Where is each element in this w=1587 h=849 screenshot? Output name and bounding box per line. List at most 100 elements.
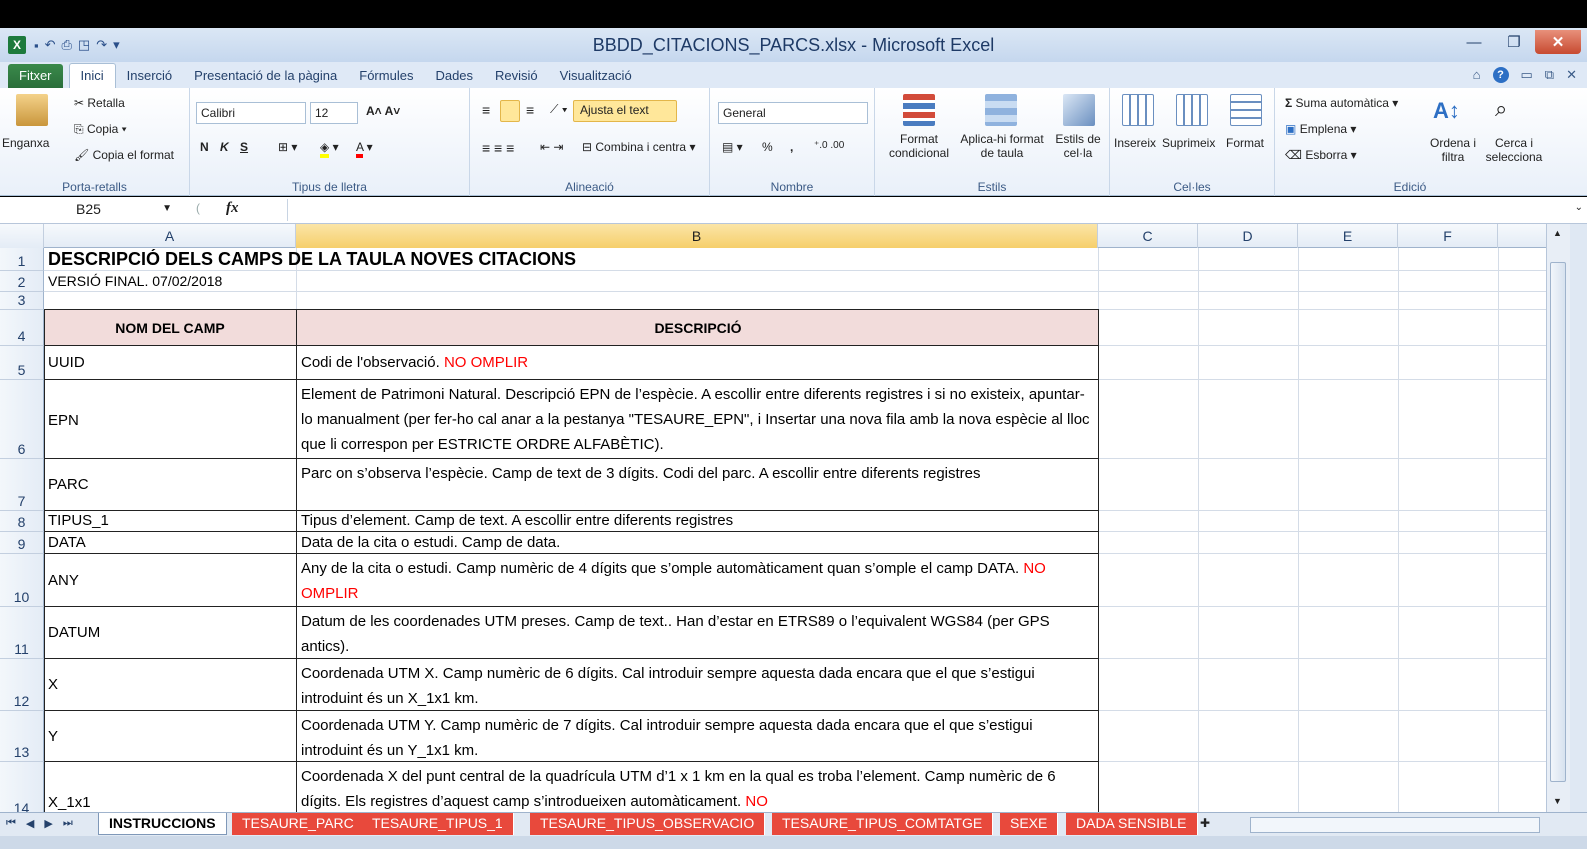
field-name-cell[interactable]: EPN (48, 412, 294, 429)
tab-data[interactable]: Dades (424, 64, 484, 88)
first-sheet-icon[interactable]: ⏮ (6, 817, 16, 830)
row-header[interactable]: 10 (0, 554, 44, 607)
tab-file[interactable]: Fitxer (8, 64, 63, 88)
delete-cells-icon[interactable] (1176, 94, 1208, 126)
row-header[interactable]: 12 (0, 659, 44, 711)
italic-button[interactable]: K (220, 140, 229, 154)
cell-styles-button[interactable]: Estils de cel·la (1047, 132, 1109, 160)
percent-button[interactable]: % (762, 140, 773, 154)
fill-button[interactable]: ▣ Emplena ▾ (1285, 122, 1356, 136)
description-cell[interactable]: Coordenada X del punt central de la quad… (301, 764, 1093, 812)
align-bottom-icon[interactable]: ≡ (526, 102, 534, 118)
print-preview-icon[interactable]: ◳ (78, 37, 90, 53)
field-name-cell[interactable]: ANY (48, 572, 294, 589)
worksheet-grid[interactable]: A B C D E F 1 2 3 4 5 6 7 8 9 10 11 12 1… (0, 224, 1570, 812)
decimal-icon[interactable]: ⁺.0 .00 (814, 140, 844, 151)
row-header[interactable]: 7 (0, 459, 44, 511)
minimize-button[interactable]: — (1455, 30, 1493, 54)
cancel-entry-icon[interactable]: ( (196, 201, 200, 215)
vertical-scrollbar[interactable]: ▲ ▼ (1546, 224, 1570, 812)
row-header[interactable]: 8 (0, 511, 44, 532)
sheet-tab-dada-sensible[interactable]: DADA SENSIBLE (1066, 813, 1198, 835)
number-format-select[interactable]: General (718, 102, 868, 124)
select-all-corner[interactable] (0, 224, 44, 248)
paste-icon[interactable] (16, 94, 48, 126)
close-workbook-icon[interactable]: ✕ (1566, 67, 1577, 83)
sheet-tab-sexe[interactable]: SEXE (1000, 813, 1059, 835)
column-header-f[interactable]: F (1398, 224, 1498, 248)
borders-icon[interactable]: ⊞ ▾ (278, 140, 297, 154)
copy-button[interactable]: ⎘ Copia ▾ (74, 122, 127, 137)
close-button[interactable]: ✕ (1535, 30, 1581, 54)
row-header[interactable]: 4 (0, 310, 44, 346)
fill-color-icon[interactable]: ◈ ▾ (320, 140, 339, 158)
tab-page-layout[interactable]: Presentació de la pàgina (183, 64, 348, 88)
excel-app-icon[interactable]: X (8, 36, 26, 54)
row-header[interactable]: 13 (0, 711, 44, 762)
row-header[interactable]: 14 (0, 762, 44, 812)
sheet-tab-instruccions[interactable]: INSTRUCCIONS (98, 813, 227, 835)
sort-filter-button[interactable]: Ordena i filtra (1421, 136, 1485, 164)
scroll-up-icon[interactable]: ▲ (1553, 228, 1562, 238)
prev-sheet-icon[interactable]: ◀ (26, 817, 34, 830)
find-select-button[interactable]: Cerca i selecciona (1483, 136, 1545, 164)
conditional-format-button[interactable]: Format condicional (883, 132, 955, 160)
tab-insert[interactable]: Inserció (116, 64, 184, 88)
autosum-button[interactable]: Σ Suma automàtica ▾ (1285, 96, 1398, 110)
font-size-select[interactable]: 12 (310, 102, 358, 124)
tab-home[interactable]: Inici (68, 63, 116, 88)
horizontal-scrollbar[interactable] (1250, 817, 1540, 833)
field-name-cell[interactable]: PARC (48, 476, 294, 493)
row-header[interactable]: 2 (0, 271, 44, 292)
tab-formulas[interactable]: Fórmules (348, 64, 424, 88)
sheet-tab-tesaure-parc[interactable]: TESAURE_PARC (232, 813, 365, 835)
format-cells-icon[interactable] (1230, 94, 1262, 126)
workbook-window-icon[interactable]: ⧉ (1545, 67, 1554, 83)
name-box-dropdown-icon[interactable]: ▼ (162, 203, 172, 214)
description-cell[interactable]: Datum de les coordenades UTM preses. Cam… (301, 609, 1093, 659)
currency-icon[interactable]: ▤ ▾ (722, 140, 743, 154)
row-header[interactable]: 6 (0, 380, 44, 459)
header-description[interactable]: DESCRIPCIÓ (297, 320, 1099, 336)
sheet-tab-tesaure-tipus-comtatge[interactable]: TESAURE_TIPUS_COMTATGE (772, 813, 994, 835)
align-middle-icon[interactable] (500, 100, 520, 122)
save-icon[interactable]: ▪ (34, 38, 39, 53)
customize-qat-icon[interactable]: ▾ (113, 37, 120, 53)
font-color-icon[interactable]: A ▾ (356, 140, 373, 158)
description-cell[interactable]: Parc on s’observa l’espècie. Camp de tex… (301, 461, 1093, 486)
merge-center-button[interactable]: ⊟ Combina i centra ▾ (582, 140, 695, 154)
row-header[interactable]: 1 (0, 248, 44, 271)
insert-sheet-icon[interactable]: ✚ (1200, 816, 1210, 830)
row-header[interactable]: 3 (0, 292, 44, 310)
description-cell[interactable]: Any de la cita o estudi. Camp numèric de… (301, 556, 1093, 606)
description-cell[interactable]: Tipus d’element. Camp de text. A escolli… (301, 512, 1093, 529)
insert-cells-icon[interactable] (1122, 94, 1154, 126)
name-box[interactable]: B25 ▼ (0, 199, 180, 221)
format-as-table-icon[interactable] (985, 94, 1017, 126)
format-as-table-button[interactable]: Aplica-hi format de taula (959, 132, 1045, 160)
expand-formula-bar-icon[interactable]: ⌄ (1575, 202, 1583, 213)
scrollbar-thumb[interactable] (1550, 262, 1566, 782)
format-painter-button[interactable]: 🖌 Copia el format (74, 148, 174, 162)
row-header[interactable]: 9 (0, 532, 44, 554)
align-top-icon[interactable]: ≡ (482, 102, 490, 118)
field-name-cell[interactable]: TIPUS_1 (48, 512, 294, 529)
field-name-cell[interactable]: X_1x1 (48, 794, 294, 811)
quick-print-icon[interactable]: ⎙ (62, 37, 72, 53)
field-name-cell[interactable]: Y (48, 728, 294, 745)
next-sheet-icon[interactable]: ▶ (44, 817, 52, 830)
align-left-icon[interactable]: ≡ ≡ ≡ (482, 140, 514, 156)
column-header-e[interactable]: E (1298, 224, 1398, 248)
undo-icon[interactable]: ↶ (45, 37, 56, 53)
row-header[interactable]: 11 (0, 607, 44, 659)
header-field-name[interactable]: NOM DEL CAMP (44, 320, 296, 336)
grow-font-icon[interactable]: A˄ A˅ (366, 104, 400, 118)
version-label[interactable]: VERSIÓ FINAL. 07/02/2018 (48, 273, 298, 289)
column-header-g[interactable] (1498, 224, 1548, 248)
field-name-cell[interactable]: DATUM (48, 624, 294, 641)
description-cell[interactable]: Codi de l'observació. NO OMPLIR (301, 354, 1096, 371)
sheet-title[interactable]: DESCRIPCIÓ DELS CAMPS DE LA TAULA NOVES … (48, 249, 848, 270)
cell-styles-icon[interactable] (1063, 94, 1095, 126)
description-cell[interactable]: Coordenada UTM X. Camp numèric de 6 dígi… (301, 661, 1093, 711)
paste-button[interactable]: Enganxa (2, 136, 49, 150)
